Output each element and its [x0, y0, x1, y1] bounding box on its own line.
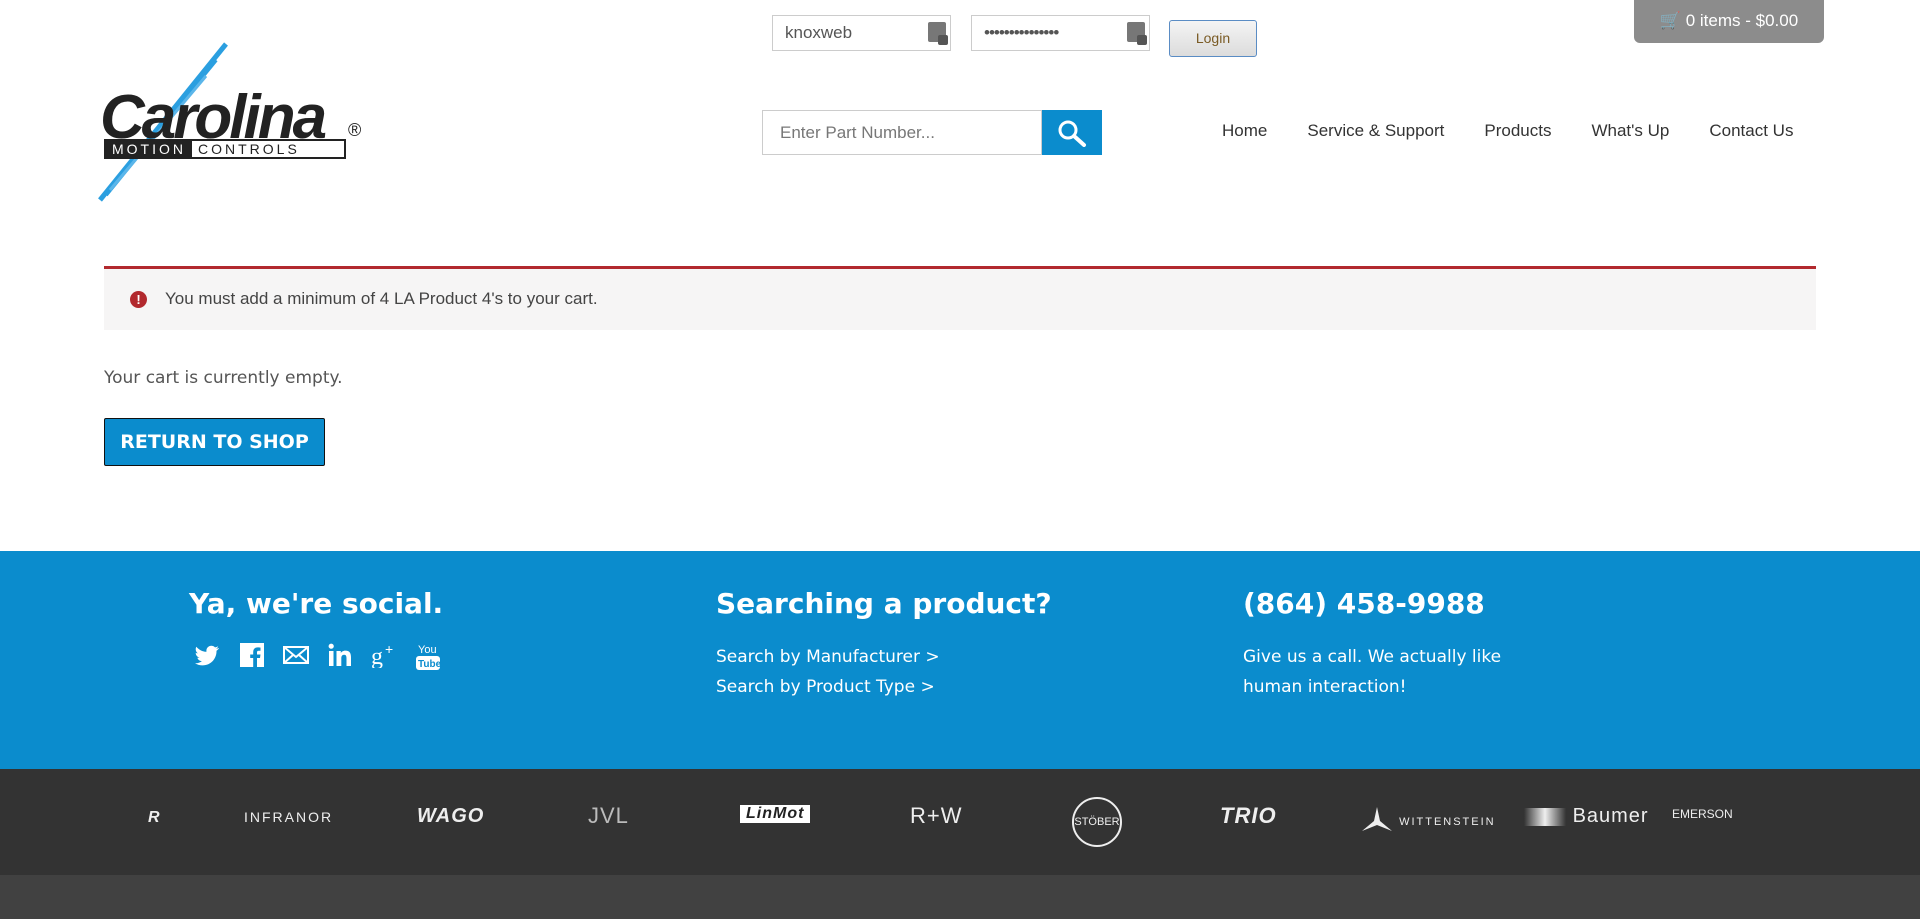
alert-message: You must add a minimum of 4 LA Product 4…	[165, 289, 598, 308]
social-links: g + You Tube	[195, 641, 443, 670]
password-manager-icon[interactable]	[1127, 22, 1147, 45]
cart-icon: 🛒	[1659, 11, 1681, 30]
brand-emerson[interactable]: EMERSON	[1672, 807, 1733, 821]
logo-sub-motion: MOTION	[106, 141, 192, 157]
twitter-icon[interactable]	[195, 642, 221, 668]
footer-info: Ya, we're social. g + You Tube Searching a…	[0, 551, 1920, 769]
search-by-manufacturer-link[interactable]: Search by Manufacturer >	[716, 642, 1052, 672]
search-placeholder: Enter Part Number...	[780, 123, 935, 142]
mail-icon[interactable]	[283, 642, 309, 668]
svg-text:g: g	[371, 644, 383, 668]
manufacturer-logo-strip: R INFRANOR WAGO JVL LinMot R+W STÖBER TR…	[0, 769, 1920, 875]
linkedin-icon[interactable]	[327, 642, 353, 668]
svg-text:You: You	[418, 644, 437, 656]
password-value: •••••••••••••••	[984, 23, 1059, 42]
footer-search-column: Searching a product? Search by Manufactu…	[716, 587, 1052, 702]
nav-contact-us[interactable]: Contact Us	[1709, 118, 1793, 144]
cart-label: 0 items - $0.00	[1685, 11, 1799, 30]
brand-wago[interactable]: WAGO	[417, 805, 484, 828]
error-icon: !	[130, 291, 147, 308]
footer-social-column: Ya, we're social. g + You Tube	[189, 587, 444, 670]
footer-bottom-bar	[0, 875, 1920, 919]
password-manager-icon[interactable]	[928, 22, 948, 45]
search-by-product-type-link[interactable]: Search by Product Type >	[716, 672, 1052, 702]
logo-sub-controls: CONTROLS	[198, 141, 300, 157]
svg-text:Tube: Tube	[418, 659, 441, 670]
facebook-icon[interactable]	[239, 642, 265, 668]
brand-wittenstein[interactable]: WITTENSTEIN	[1360, 805, 1496, 839]
username-input[interactable]: knoxweb	[772, 15, 951, 51]
brand-rw[interactable]: R+W	[910, 803, 963, 829]
site-header: Carolina ® MOTION CONTROLS knoxweb •••••…	[0, 0, 1920, 230]
baumer-logo-icon	[1524, 807, 1566, 826]
logo-registered-mark: ®	[348, 120, 362, 140]
brand-linmot[interactable]: LinMot	[740, 805, 811, 823]
nav-home[interactable]: Home	[1222, 118, 1267, 144]
google-plus-icon[interactable]: g +	[371, 641, 397, 670]
search-heading: Searching a product?	[716, 587, 1052, 620]
cart-button[interactable]: 🛒 0 items - $0.00	[1634, 0, 1824, 43]
brand-stober[interactable]: STÖBER	[1072, 797, 1122, 847]
cart-error-alert: ! You must add a minimum of 4 LA Product…	[104, 266, 1816, 330]
nav-whats-up[interactable]: What's Up	[1591, 118, 1669, 144]
login-button[interactable]: Login	[1169, 20, 1257, 57]
main-nav: Home Service & Support Products What's U…	[1222, 118, 1833, 144]
footer-phone-column: (864) 458-9988 Give us a call. We actual…	[1243, 587, 1501, 702]
phone-heading[interactable]: (864) 458-9988	[1243, 587, 1501, 620]
svg-text:+: +	[385, 642, 393, 657]
nav-service-support[interactable]: Service & Support	[1307, 118, 1444, 144]
brand-jvl[interactable]: JVL	[588, 803, 629, 829]
password-input[interactable]: •••••••••••••••	[971, 15, 1150, 51]
brand-logo-icon[interactable]: R	[148, 809, 161, 827]
brand-baumer[interactable]: Baumer	[1524, 805, 1649, 828]
nav-products[interactable]: Products	[1484, 118, 1551, 144]
cart-empty-message: Your cart is currently empty.	[104, 368, 343, 388]
wittenstein-logo-icon	[1362, 807, 1392, 831]
search-button[interactable]	[1042, 110, 1102, 155]
logo-subtitle: MOTION CONTROLS	[104, 139, 346, 159]
brand-wittenstein-label: WITTENSTEIN	[1399, 815, 1496, 828]
brand-infranor[interactable]: INFRANOR	[244, 809, 333, 825]
carolina-logo[interactable]: Carolina ® MOTION CONTROLS	[96, 40, 370, 205]
social-heading: Ya, we're social.	[189, 587, 444, 620]
brand-baumer-label: Baumer	[1572, 805, 1649, 827]
username-value: knoxweb	[785, 23, 853, 42]
return-to-shop-button[interactable]: RETURN TO SHOP	[104, 418, 325, 466]
phone-text-line-1: Give us a call. We actually like	[1243, 647, 1502, 667]
search-icon	[1058, 120, 1086, 147]
youtube-icon[interactable]: You Tube	[415, 642, 442, 670]
brand-trio[interactable]: TRIO	[1220, 803, 1277, 829]
phone-text-line-2: human interaction!	[1243, 677, 1407, 697]
part-number-search-input[interactable]: Enter Part Number...	[762, 110, 1042, 155]
